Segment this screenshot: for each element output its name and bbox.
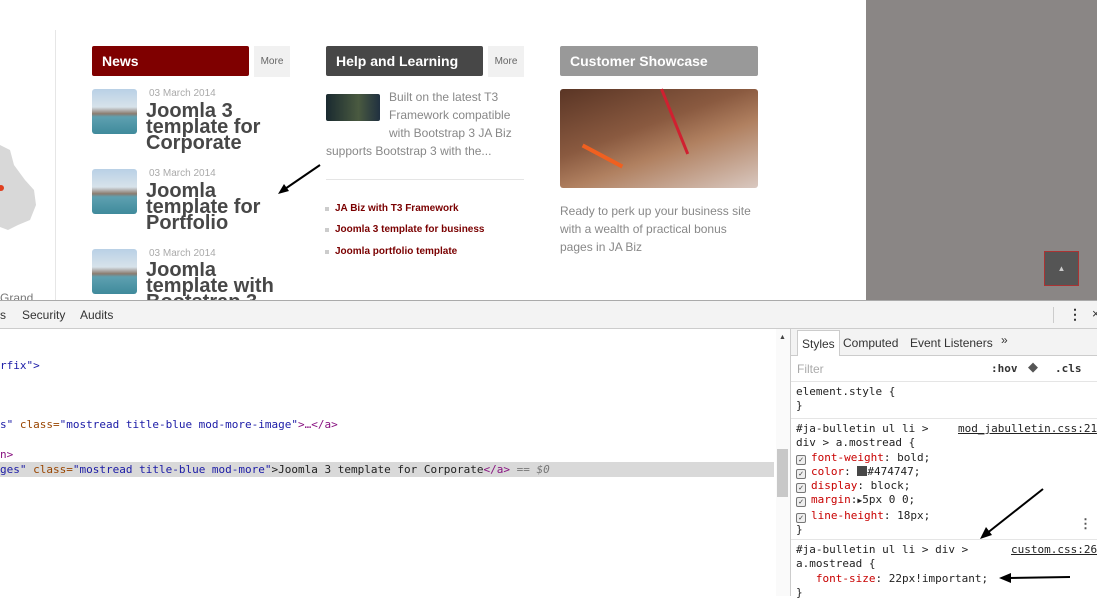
news-header: News xyxy=(92,46,249,76)
news-date-3: 03 March 2014 xyxy=(149,248,216,259)
annotation-arrow-2 xyxy=(980,488,1044,539)
news-thumb-3[interactable] xyxy=(92,249,137,294)
help-link-3[interactable]: Joomla portfolio template xyxy=(324,246,457,257)
help-more-button[interactable]: More xyxy=(484,46,524,77)
devtools-tabbar: s Security Audits ⋮ × xyxy=(0,301,1097,329)
news-title-1[interactable]: Joomla 3 template for Corporate xyxy=(146,101,286,153)
scrollbar-thumb[interactable] xyxy=(777,449,788,497)
showcase-header: Customer Showcase xyxy=(560,46,758,76)
news-title-3[interactable]: Joomla template with Bootstrap 3 xyxy=(146,262,296,300)
web-page: Grand News More 03 March 2014 Joomla 3 t… xyxy=(0,0,866,305)
news-date-2: 03 March 2014 xyxy=(149,168,216,179)
more-options-icon[interactable]: ⋮ xyxy=(1068,306,1082,323)
elements-scrollbar[interactable]: ▲ xyxy=(776,329,790,596)
css-rule-2[interactable]: #ja-bulletin ul li > div > a.mostread { … xyxy=(796,543,988,600)
close-devtools-icon[interactable]: × xyxy=(1092,306,1097,321)
styles-tabbar: Styles Computed Event Listeners » xyxy=(791,329,1097,356)
cls-toggle[interactable]: .cls xyxy=(1055,362,1082,375)
news-more-button[interactable]: More xyxy=(250,46,290,77)
color-format-icon[interactable]: ◆ xyxy=(1028,359,1038,375)
css-rule-1[interactable]: #ja-bulletin ul li > div > a.mostread { … xyxy=(796,422,930,537)
help-thumb[interactable] xyxy=(326,94,380,121)
help-link-1[interactable]: JA Biz with T3 Framework xyxy=(325,203,459,214)
help-link-2[interactable]: Joomla 3 template for business xyxy=(325,224,485,235)
tab-event-listeners[interactable]: Event Listeners xyxy=(910,336,993,350)
left-card-border xyxy=(55,30,56,300)
code-line[interactable]: rfix"> xyxy=(0,358,40,373)
tab-audits[interactable]: Audits xyxy=(80,308,113,322)
code-line-selected[interactable]: ges" class="mostread title-blue mod-more… xyxy=(0,462,774,477)
tab-security[interactable]: Security xyxy=(22,308,65,322)
back-to-top-button[interactable]: ▲ xyxy=(1044,251,1079,286)
tab-styles[interactable]: Styles xyxy=(797,330,840,356)
news-thumb-2[interactable] xyxy=(92,169,137,214)
news-thumb-1[interactable] xyxy=(92,89,137,134)
map-image xyxy=(0,145,36,230)
styles-filter-input[interactable]: Filter xyxy=(797,362,824,376)
source-link-1[interactable]: mod_jabulletin.css:21 xyxy=(958,422,1097,435)
tab-partial[interactable]: s xyxy=(0,308,6,322)
overlay-panel: ▲ xyxy=(866,0,1097,300)
news-date-1: 03 March 2014 xyxy=(149,88,216,99)
help-intro: Built on the latest T3 Framework compati… xyxy=(326,90,512,158)
rule-menu-icon[interactable]: ⋮ xyxy=(1079,516,1092,532)
help-header: Help and Learning xyxy=(326,46,483,76)
more-tabs-icon[interactable]: » xyxy=(1001,333,1008,347)
code-line[interactable]: n> xyxy=(0,447,13,462)
annotation-arrow-1 xyxy=(278,164,321,194)
color-swatch[interactable] xyxy=(857,465,868,476)
element-style-rule[interactable]: element.style { } xyxy=(796,385,895,414)
showcase-image[interactable] xyxy=(560,88,758,188)
code-line[interactable]: s" class="mostread title-blue mod-more-i… xyxy=(0,417,338,432)
annotation-arrow-3 xyxy=(999,573,1071,583)
showcase-text: Ready to perk up your business site with… xyxy=(560,204,751,254)
hov-toggle[interactable]: :hov xyxy=(991,362,1018,375)
tab-computed[interactable]: Computed xyxy=(843,336,898,350)
help-divider xyxy=(326,179,524,180)
news-title-2[interactable]: Joomla template for Portfolio xyxy=(146,181,266,233)
